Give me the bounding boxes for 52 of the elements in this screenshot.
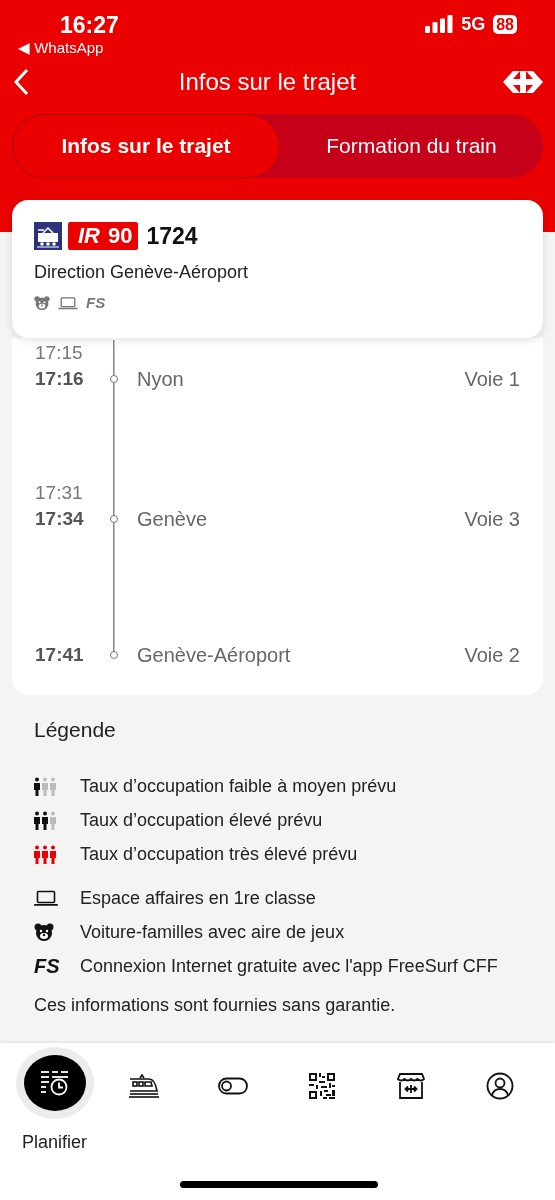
stop-name: Genève-Aéroport <box>136 643 292 667</box>
double-arrow-logo-icon <box>503 71 543 93</box>
departure-time: 17:16 <box>35 368 85 390</box>
laptop-icon <box>58 294 78 311</box>
disclaimer-text: Ces informations sont fournies sans garantie. <box>34 994 397 1017</box>
legend-text: Espace affaires en 1re classe <box>80 887 316 909</box>
legend-heading: Légende <box>34 717 117 743</box>
train-icon[interactable] <box>128 1073 159 1099</box>
schedule-clock-icon[interactable] <box>39 1070 70 1096</box>
stop-dot <box>110 375 118 383</box>
tab[interactable]: Infos sur le trajet <box>12 114 280 178</box>
train-number: 1724 <box>146 222 198 250</box>
toggle-switch-icon[interactable] <box>217 1077 248 1095</box>
laptop-icon <box>34 888 58 908</box>
profile-icon[interactable] <box>486 1072 515 1100</box>
direction-text: Direction Genève-Aéroport <box>34 261 250 284</box>
departure-time: 17:34 <box>35 508 85 530</box>
bear-icon <box>34 922 54 942</box>
occupancy-icon <box>34 810 56 830</box>
screen-title: Infos sur le trajet <box>178 68 357 96</box>
departure-time: 17:41 <box>35 644 85 666</box>
platform-label: Voie 2 <box>464 643 520 667</box>
signal-icon <box>425 15 454 33</box>
shop-icon[interactable] <box>397 1072 426 1100</box>
occupancy-icon <box>34 844 56 864</box>
clock-time: 16:27 <box>60 12 119 38</box>
bear-icon <box>34 294 50 311</box>
legend-text: Taux d’occupation élevé prévu <box>80 809 323 831</box>
stop-name: Nyon <box>136 367 185 391</box>
platform-label: Voie 1 <box>464 367 520 391</box>
legend-text: Voiture-familles avec aire de jeux <box>80 921 345 943</box>
legend-text: Taux d’occupation très élevé prévu <box>80 843 358 865</box>
occupancy-icon <box>34 776 56 796</box>
product-label: IR <box>78 223 100 249</box>
freesurf-label: FS <box>34 954 60 978</box>
stop-dot <box>110 651 118 659</box>
nav-label[interactable]: Planifier <box>22 1132 88 1153</box>
qr-code-icon[interactable] <box>309 1073 336 1099</box>
legend-text: Connexion Internet gratuite avec l'app FreeSurf CFF <box>80 955 498 977</box>
line-number: 90 <box>108 223 133 249</box>
tab[interactable]: Formation du train <box>280 114 543 178</box>
planned-time: 17:31 <box>35 482 84 504</box>
battery-level: 88 <box>493 14 517 34</box>
platform-label: Voie 3 <box>464 507 520 531</box>
stop-name: Genève <box>136 507 209 531</box>
legend-text: Taux d’occupation faible à moyen prévu <box>80 775 397 797</box>
locomotive-icon <box>34 222 62 250</box>
stop-dot <box>110 515 118 523</box>
freesurf-label: FS <box>86 294 106 311</box>
planned-time: 17:15 <box>35 342 84 364</box>
back-to-app-link[interactable]: ◀ WhatsApp <box>18 38 104 58</box>
network-label: 5G <box>461 13 486 35</box>
